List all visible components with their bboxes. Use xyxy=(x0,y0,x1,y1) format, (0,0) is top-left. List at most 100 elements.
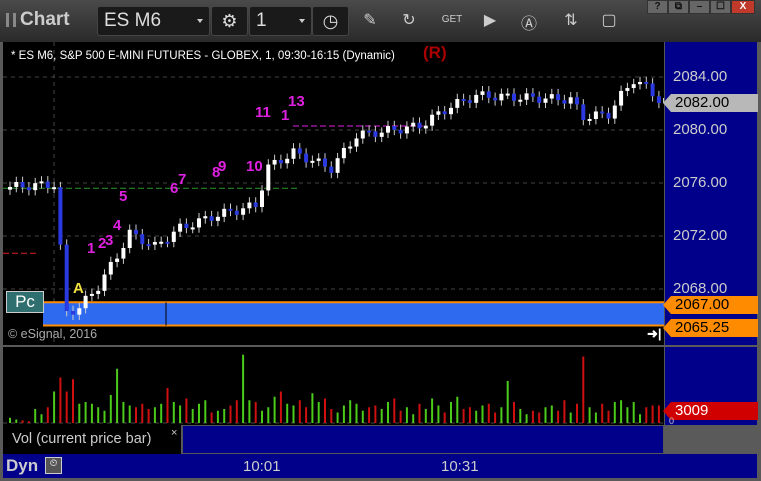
close-button[interactable]: X xyxy=(731,0,755,14)
alert-icon[interactable]: Ⓐ xyxy=(518,10,540,34)
copyright: © eSignal, 2016 xyxy=(8,327,98,341)
candle xyxy=(455,99,460,108)
candle xyxy=(593,111,598,120)
volume-study-label[interactable]: Vol (current price bar) xyxy=(3,425,181,454)
candle xyxy=(411,122,416,127)
candle xyxy=(631,84,636,89)
candle xyxy=(64,244,69,312)
candle xyxy=(486,91,491,98)
candle xyxy=(323,158,327,167)
note-icon[interactable]: ▢ xyxy=(598,10,620,30)
candle xyxy=(638,82,642,85)
candle xyxy=(442,111,447,115)
restore-button[interactable]: ⧉ xyxy=(668,0,689,14)
candle xyxy=(360,130,365,139)
interval-value: 1 xyxy=(256,10,267,31)
realtime-indicator: (R) xyxy=(423,43,447,62)
candle xyxy=(612,105,617,119)
help-button[interactable]: ? xyxy=(647,0,668,14)
symbol-settings-gear-icon[interactable]: ⚙ xyxy=(211,6,248,36)
link-icon[interactable]: ⇅ xyxy=(560,10,582,30)
volume-canvas xyxy=(3,354,664,424)
candle xyxy=(171,231,176,242)
volume-axis: 3009 0 xyxy=(663,347,758,426)
candle xyxy=(329,166,334,173)
candle xyxy=(316,158,321,161)
candle xyxy=(159,241,164,244)
candle xyxy=(379,132,384,137)
candle xyxy=(165,241,170,244)
price-axis[interactable]: 2084.00 2082.00 2080.00 2076.00 2072.00 … xyxy=(663,42,758,345)
candle xyxy=(543,98,548,103)
candle xyxy=(278,159,283,164)
symbol-select[interactable]: ES M6 xyxy=(97,6,210,36)
minimize-button[interactable]: – xyxy=(689,0,710,14)
candle xyxy=(650,83,655,97)
candle xyxy=(562,100,567,104)
candle xyxy=(285,158,290,164)
candle xyxy=(625,88,630,91)
candle xyxy=(190,227,195,230)
scroll-to-end-icon[interactable]: ➜| xyxy=(647,326,662,342)
volume-panel[interactable] xyxy=(3,347,664,425)
candle xyxy=(58,187,63,245)
candle xyxy=(367,130,372,133)
candle xyxy=(121,247,126,259)
pc-button[interactable]: Pc xyxy=(6,291,44,313)
candle xyxy=(39,181,44,184)
candle xyxy=(512,93,516,101)
candle xyxy=(423,125,428,129)
candle xyxy=(260,190,264,208)
level-low-tag: 2065.25 xyxy=(663,319,758,337)
get-icon[interactable]: GET xyxy=(441,14,463,25)
candle xyxy=(26,187,31,191)
time-axis[interactable]: Dyn ⏲ 10:01 10:31 xyxy=(3,454,757,478)
td-count: 3 xyxy=(105,232,114,249)
close-study-icon[interactable]: × xyxy=(171,427,177,439)
candle xyxy=(348,146,353,149)
candle xyxy=(8,186,12,190)
candle xyxy=(505,93,510,96)
candle xyxy=(178,223,183,232)
candle xyxy=(417,122,422,129)
candle xyxy=(241,208,246,215)
lock-time-icon[interactable]: ⏲ xyxy=(45,457,62,474)
candle xyxy=(297,148,302,154)
td-count: 10 xyxy=(246,158,263,175)
candle xyxy=(619,90,624,106)
candle xyxy=(184,223,189,228)
candle xyxy=(398,129,403,134)
candle xyxy=(430,114,435,126)
candle xyxy=(134,229,138,235)
drag-grip-icon[interactable] xyxy=(6,13,16,27)
candle xyxy=(568,97,573,104)
candle xyxy=(89,293,94,296)
pencil-icon[interactable]: ✎ xyxy=(359,10,381,30)
chevron-down-icon xyxy=(197,19,203,23)
refresh-icon[interactable]: ↻ xyxy=(398,10,420,30)
interval-select[interactable]: 1 xyxy=(249,6,312,36)
symbol-value: ES M6 xyxy=(104,10,162,31)
interval-clock-icon[interactable]: ◷ xyxy=(312,6,349,36)
td-count: 13 xyxy=(288,93,305,110)
candle xyxy=(127,229,132,248)
price-chart[interactable]: * ES M6, S&P 500 E-MINI FUTURES - GLOBEX… xyxy=(3,42,664,345)
candle xyxy=(341,147,346,159)
candle xyxy=(480,91,485,95)
candle xyxy=(644,82,649,85)
candle xyxy=(600,111,605,114)
price-tick: 2080.00 xyxy=(673,121,728,138)
last-price-tag: 2082.00 xyxy=(663,94,758,112)
candle xyxy=(304,153,309,163)
candle xyxy=(575,97,579,105)
play-icon[interactable]: ▶ xyxy=(479,10,501,30)
candle xyxy=(266,164,271,191)
candle xyxy=(20,181,25,188)
candle xyxy=(606,112,611,119)
candle xyxy=(115,258,120,262)
candle xyxy=(291,148,296,159)
time-label: 10:31 xyxy=(441,458,479,475)
candle xyxy=(215,216,220,221)
time-label: 10:01 xyxy=(243,458,281,475)
maximize-button[interactable]: ☐ xyxy=(710,0,731,14)
